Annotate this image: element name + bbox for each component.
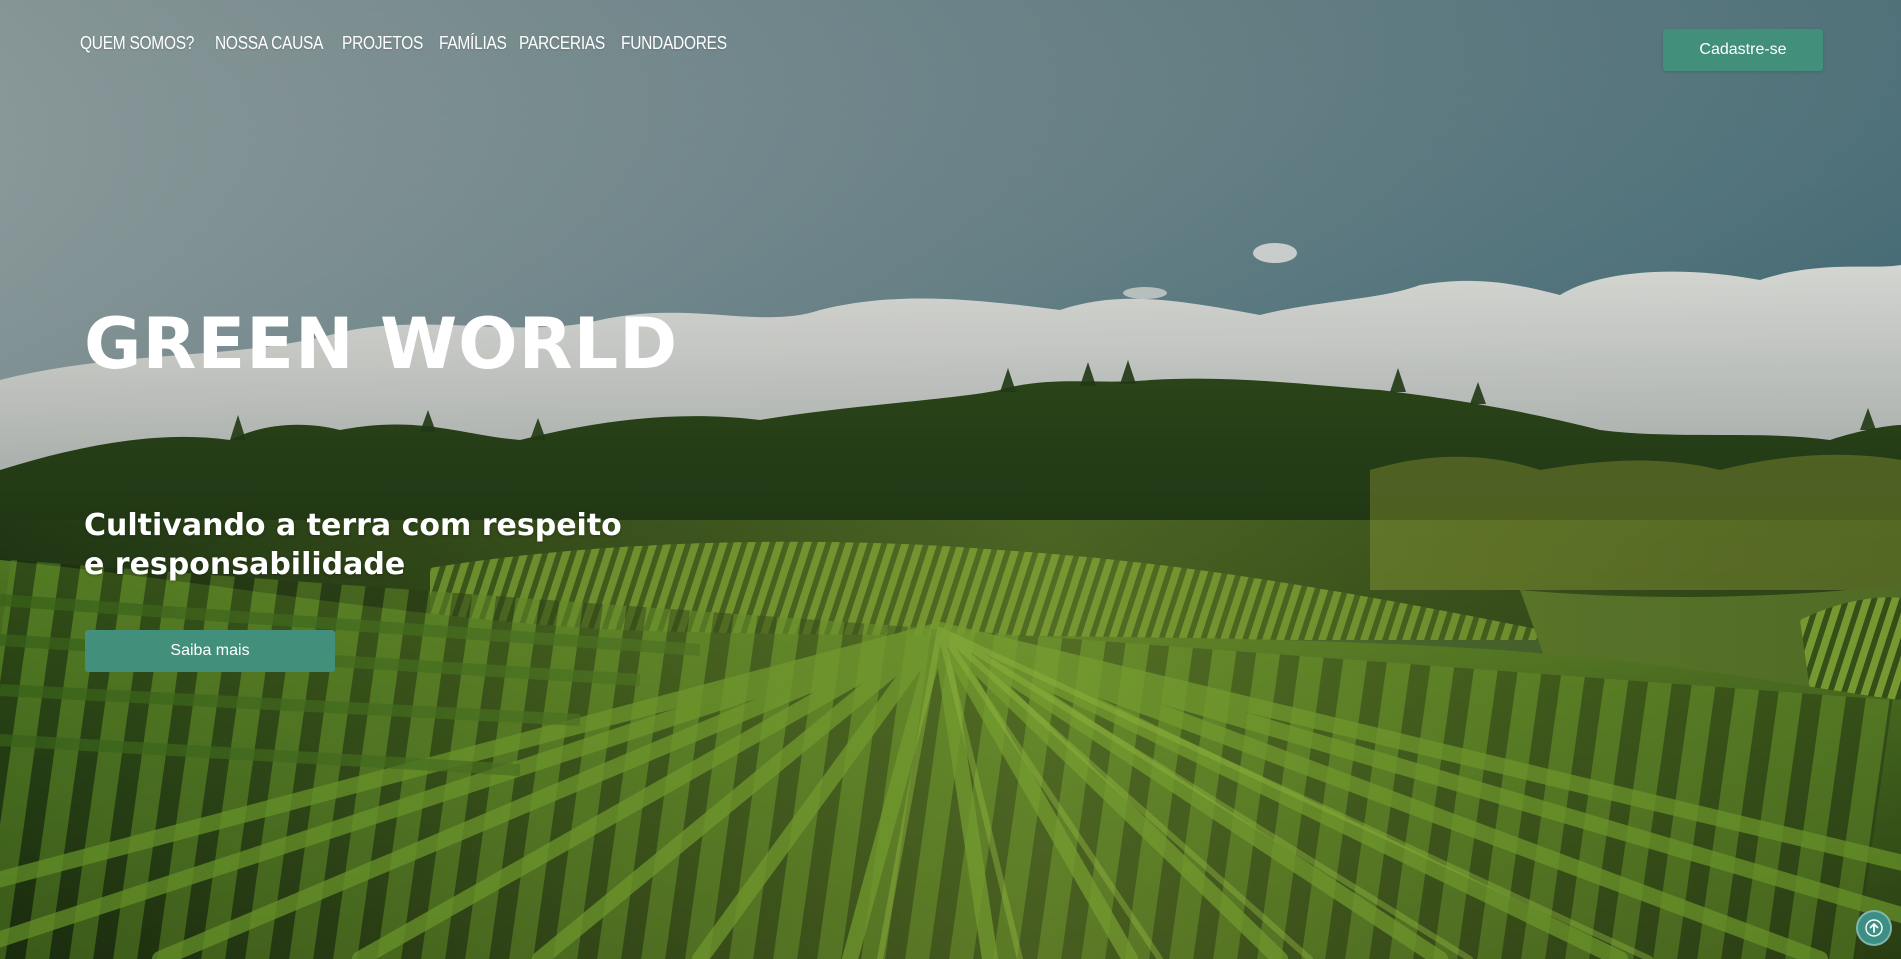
hero-subtitle: Cultivando a terra com respeito e respon… [84,506,644,584]
nav-link-parcerias[interactable]: PARCERIAS [519,30,605,56]
nav-link-quem-somos[interactable]: QUEM SOMOS? [80,30,194,56]
main-nav: QUEM SOMOS? NOSSA CAUSA PROJETOS FAMÍLIA… [80,30,727,56]
nav-item-fundadores: FUNDADORES [621,30,744,56]
nav-item-projetos: PROJETOS [342,30,436,56]
learn-more-button[interactable]: Saiba mais [85,630,335,672]
signup-button[interactable]: Cadastre-se [1663,29,1823,71]
nav-item-familias: FAMÍLIAS [439,30,518,56]
back-to-top-button[interactable] [1856,910,1892,946]
hero-subtitle-line-1: Cultivando a terra com respeito [84,508,622,543]
nav-link-nossa-causa[interactable]: NOSSA CAUSA [215,30,323,56]
nav-item-parcerias: PARCERIAS [519,30,619,56]
hero-subtitle-line-2: e responsabilidade [84,547,406,582]
nav-item-quem-somos: QUEM SOMOS? [80,30,213,56]
nav-link-familias[interactable]: FAMÍLIAS [439,30,507,56]
nav-link-projetos[interactable]: PROJETOS [342,30,423,56]
hero-background-image [0,0,1901,959]
arrow-up-icon [1865,919,1883,937]
nav-item-nossa-causa: NOSSA CAUSA [215,30,341,56]
nav-link-fundadores[interactable]: FUNDADORES [621,30,727,56]
hero-title: GREEN WORLD [84,303,679,385]
